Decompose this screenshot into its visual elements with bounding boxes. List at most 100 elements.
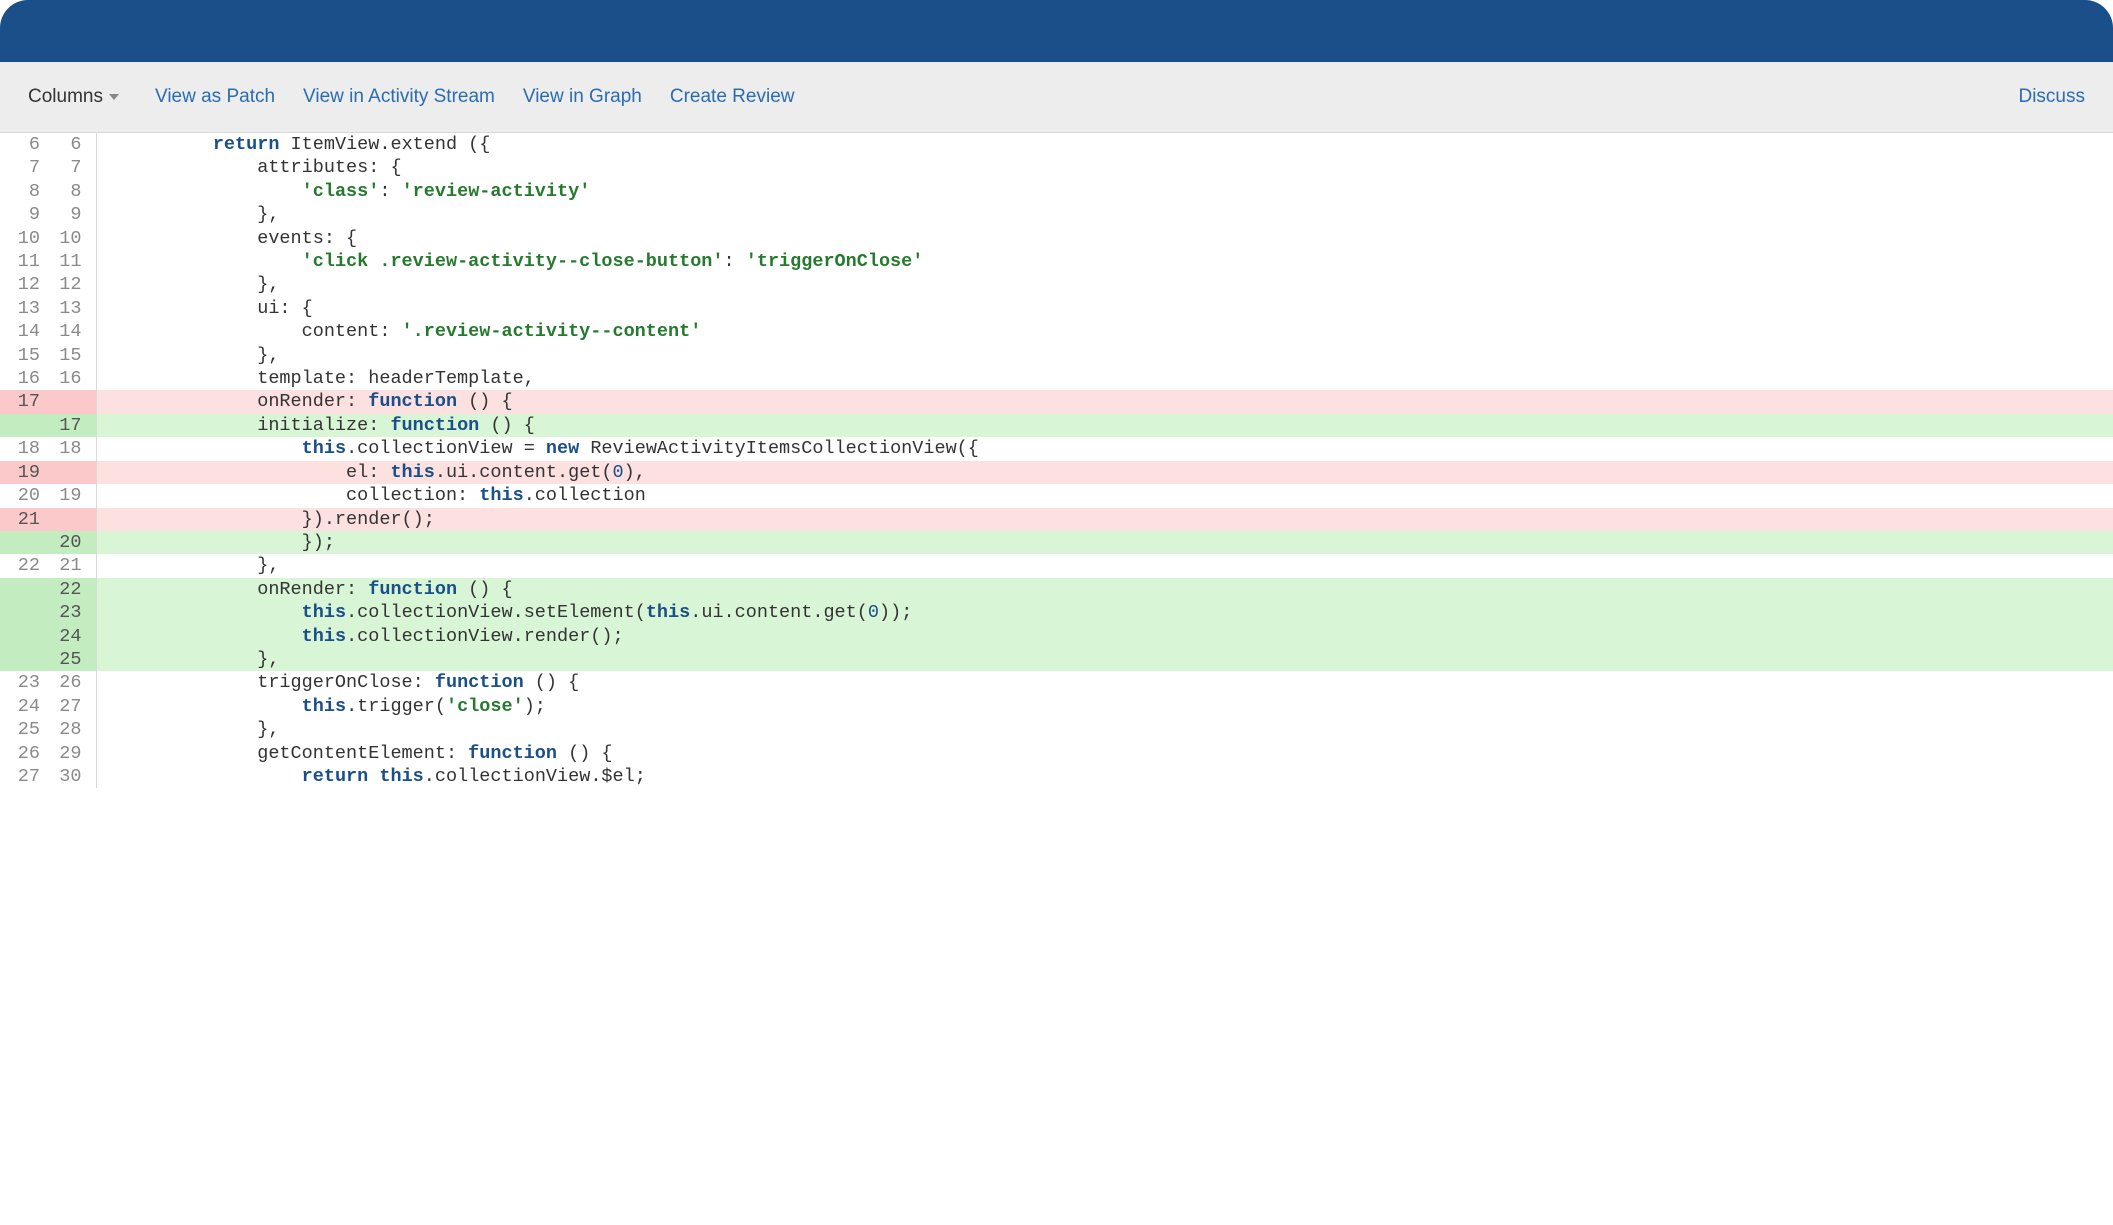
code-line: onRender: function () { <box>118 578 2113 601</box>
line-number-new: 10 <box>48 227 96 250</box>
code-line: }, <box>118 554 2113 577</box>
discuss-link[interactable]: Discuss <box>2018 86 2085 108</box>
diff-marker <box>96 648 118 671</box>
line-number-new: 14 <box>48 320 96 343</box>
diff-marker <box>96 227 118 250</box>
code-line: onRender: function () { <box>118 390 2113 413</box>
diff-row[interactable]: 1616 template: headerTemplate, <box>0 367 2113 390</box>
line-number-old <box>0 625 48 648</box>
view-in-activity-stream-link[interactable]: View in Activity Stream <box>303 86 495 108</box>
diff-marker <box>96 273 118 296</box>
diff-marker <box>96 671 118 694</box>
create-review-link[interactable]: Create Review <box>670 86 795 108</box>
diff-row[interactable]: 2221 }, <box>0 554 2113 577</box>
header-bar <box>0 0 2113 62</box>
diff-row[interactable]: 2528 }, <box>0 718 2113 741</box>
line-number-old: 25 <box>0 718 48 741</box>
code-line: triggerOnClose: function () { <box>118 671 2113 694</box>
diff-marker <box>96 508 118 531</box>
line-number-old: 12 <box>0 273 48 296</box>
diff-marker <box>96 437 118 460</box>
line-number-old: 26 <box>0 742 48 765</box>
code-line: }, <box>118 273 2113 296</box>
diff-row[interactable]: 1010 events: { <box>0 227 2113 250</box>
diff-row[interactable]: 88 'class': 'review-activity' <box>0 180 2113 203</box>
line-number-new <box>48 390 96 413</box>
line-number-new: 19 <box>48 484 96 507</box>
diff-row[interactable]: 66 return ItemView.extend ({ <box>0 133 2113 156</box>
diff-marker <box>96 718 118 741</box>
diff-row[interactable]: 1313 ui: { <box>0 297 2113 320</box>
line-number-old: 15 <box>0 344 48 367</box>
diff-row[interactable]: 21 }).render(); <box>0 508 2113 531</box>
diff-row[interactable]: 2730 return this.collectionView.$el; <box>0 765 2113 788</box>
diff-marker <box>96 320 118 343</box>
diff-row[interactable]: 2326 triggerOnClose: function () { <box>0 671 2113 694</box>
line-number-old: 13 <box>0 297 48 320</box>
diff-row[interactable]: 77 attributes: { <box>0 156 2113 179</box>
line-number-old <box>0 414 48 437</box>
line-number-old: 23 <box>0 671 48 694</box>
code-line: 'class': 'review-activity' <box>118 180 2113 203</box>
line-number-new: 12 <box>48 273 96 296</box>
diff-marker <box>96 625 118 648</box>
line-number-new <box>48 461 96 484</box>
view-in-graph-link[interactable]: View in Graph <box>523 86 642 108</box>
line-number-old: 8 <box>0 180 48 203</box>
diff-row[interactable]: 1515 }, <box>0 344 2113 367</box>
diff-marker <box>96 367 118 390</box>
diff-marker <box>96 156 118 179</box>
code-line: return ItemView.extend ({ <box>118 133 2113 156</box>
line-number-new: 7 <box>48 156 96 179</box>
diff-row[interactable]: 1414 content: '.review-activity--content… <box>0 320 2113 343</box>
diff-row[interactable]: 1212 }, <box>0 273 2113 296</box>
code-line: initialize: function () { <box>118 414 2113 437</box>
diff-row[interactable]: 1111 'click .review-activity--close-butt… <box>0 250 2113 273</box>
diff-row[interactable]: 1818 this.collectionView = new ReviewAct… <box>0 437 2113 460</box>
diff-row[interactable]: 2019 collection: this.collection <box>0 484 2113 507</box>
line-number-new: 30 <box>48 765 96 788</box>
chevron-down-icon <box>109 94 119 100</box>
line-number-old: 11 <box>0 250 48 273</box>
line-number-new: 16 <box>48 367 96 390</box>
line-number-new: 17 <box>48 414 96 437</box>
diff-row[interactable]: 2629 getContentElement: function () { <box>0 742 2113 765</box>
diff-marker <box>96 695 118 718</box>
line-number-old: 21 <box>0 508 48 531</box>
line-number-new: 13 <box>48 297 96 320</box>
line-number-new: 15 <box>48 344 96 367</box>
code-line: this.collectionView.render(); <box>118 625 2113 648</box>
diff-row[interactable]: 19 el: this.ui.content.get(0), <box>0 461 2113 484</box>
code-line: return this.collectionView.$el; <box>118 765 2113 788</box>
line-number-new: 25 <box>48 648 96 671</box>
line-number-new: 20 <box>48 531 96 554</box>
line-number-new: 27 <box>48 695 96 718</box>
code-line: el: this.ui.content.get(0), <box>118 461 2113 484</box>
code-line: getContentElement: function () { <box>118 742 2113 765</box>
line-number-old: 14 <box>0 320 48 343</box>
line-number-old: 27 <box>0 765 48 788</box>
diff-row[interactable]: 24 this.collectionView.render(); <box>0 625 2113 648</box>
diff-row[interactable]: 17 onRender: function () { <box>0 390 2113 413</box>
diff-marker <box>96 414 118 437</box>
diff-row[interactable]: 2427 this.trigger('close'); <box>0 695 2113 718</box>
code-line: content: '.review-activity--content' <box>118 320 2113 343</box>
diff-row[interactable]: 25 }, <box>0 648 2113 671</box>
diff-marker <box>96 578 118 601</box>
line-number-old: 7 <box>0 156 48 179</box>
diff-row[interactable]: 22 onRender: function () { <box>0 578 2113 601</box>
diff-row[interactable]: 17 initialize: function () { <box>0 414 2113 437</box>
diff-row[interactable]: 99 }, <box>0 203 2113 226</box>
diff-row[interactable]: 23 this.collectionView.setElement(this.u… <box>0 601 2113 624</box>
line-number-new: 21 <box>48 554 96 577</box>
line-number-new: 11 <box>48 250 96 273</box>
code-line: this.collectionView = new ReviewActivity… <box>118 437 2113 460</box>
view-as-patch-link[interactable]: View as Patch <box>155 86 275 108</box>
diff-marker <box>96 554 118 577</box>
line-number-new: 22 <box>48 578 96 601</box>
columns-dropdown[interactable]: Columns <box>28 86 119 108</box>
line-number-old: 17 <box>0 390 48 413</box>
code-line: }, <box>118 648 2113 671</box>
code-line: events: { <box>118 227 2113 250</box>
diff-row[interactable]: 20 }); <box>0 531 2113 554</box>
